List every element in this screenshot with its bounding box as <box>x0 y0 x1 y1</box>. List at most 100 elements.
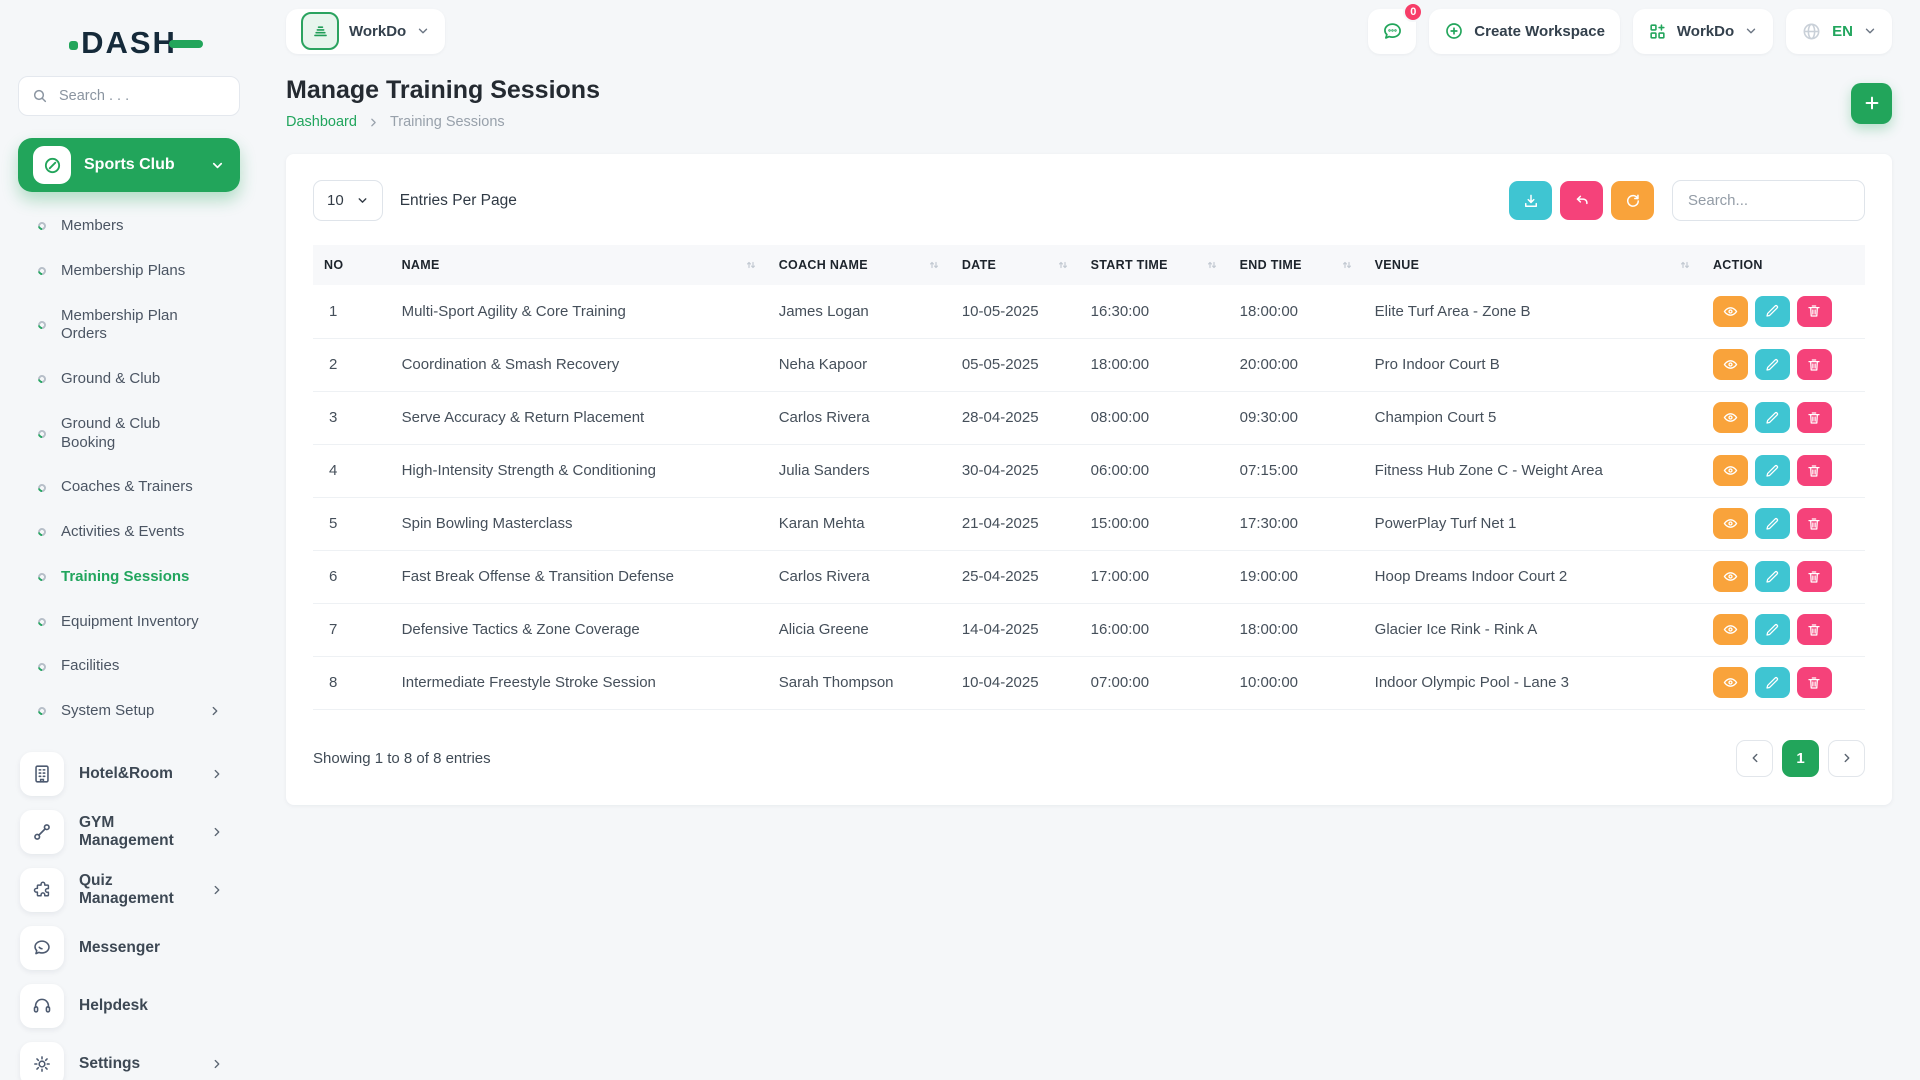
cell-venue: Champion Court 5 <box>1363 391 1702 445</box>
language-dropdown[interactable]: EN <box>1786 8 1892 54</box>
sidebar-app-gym-management[interactable]: GYM Management <box>18 804 240 860</box>
table-search-input[interactable] <box>1672 180 1865 221</box>
chat-button[interactable]: 0 <box>1368 1 1424 54</box>
delete-button[interactable] <box>1796 508 1832 539</box>
sidebar-item-membership-plans[interactable]: Membership Plans <box>32 249 240 294</box>
puzzle-icon <box>20 867 64 912</box>
column-header-coach-name[interactable]: COACH NAME <box>767 245 951 285</box>
sidebar-search-input[interactable] <box>57 87 226 105</box>
page-title: Manage Training Sessions <box>286 76 600 104</box>
column-header-date[interactable]: DATE <box>950 245 1080 285</box>
delete-button[interactable] <box>1796 349 1832 380</box>
sidebar-app-messenger[interactable]: Messenger <box>18 920 240 976</box>
sidebar-app-label: GYM Management <box>79 813 174 849</box>
trash-icon <box>1806 516 1822 532</box>
pencil-icon <box>1764 622 1780 638</box>
view-button[interactable] <box>1712 349 1748 380</box>
logo-accent-bar <box>168 40 203 48</box>
sidebar-item-ground-club-booking[interactable]: Ground & Club Booking <box>32 402 240 466</box>
view-button[interactable] <box>1712 295 1748 327</box>
column-header-venue[interactable]: VENUE <box>1363 245 1702 285</box>
logo-text: DASH <box>81 25 177 60</box>
trash-icon <box>1806 303 1822 319</box>
breadcrumb-dashboard-link[interactable]: Dashboard <box>286 114 357 130</box>
edit-button[interactable] <box>1754 614 1790 645</box>
edit-button[interactable] <box>1754 295 1790 327</box>
pagination-prev-button[interactable] <box>1736 739 1773 777</box>
sidebar-item-activities-events[interactable]: Activities & Events <box>32 510 240 555</box>
table-row: 3 Serve Accuracy & Return Placement Carlos… <box>313 391 1865 445</box>
entries-per-page-select[interactable]: 10 <box>313 180 383 221</box>
sidebar-item-members[interactable]: Members <box>32 204 240 249</box>
cell-actions <box>1701 444 1865 498</box>
pencil-icon <box>1764 357 1780 373</box>
pagination-next-button[interactable] <box>1828 739 1865 777</box>
view-button[interactable] <box>1712 667 1748 698</box>
delete-button[interactable] <box>1796 667 1832 698</box>
sidebar-item-equipment-inventory[interactable]: Equipment Inventory <box>32 600 240 645</box>
sidebar-item-coaches-trainers[interactable]: Coaches & Trainers <box>32 465 240 510</box>
dumbbell-icon <box>20 809 64 854</box>
cell-date: 10-04-2025 <box>950 656 1080 710</box>
delete-button[interactable] <box>1796 455 1832 486</box>
view-button[interactable] <box>1712 455 1748 486</box>
edit-button[interactable] <box>1754 349 1790 380</box>
create-workspace-button[interactable]: Create Workspace <box>1429 8 1620 54</box>
sort-icon[interactable] <box>1679 259 1691 271</box>
add-session-button[interactable] <box>1851 82 1892 124</box>
cell-venue: Fitness Hub Zone C - Weight Area <box>1363 444 1702 498</box>
sidebar-item-membership-plan-orders[interactable]: Membership Plan Orders <box>32 294 240 358</box>
cell-date: 30-04-2025 <box>950 444 1080 498</box>
sort-icon[interactable] <box>928 259 940 271</box>
workdo-dropdown[interactable]: WorkDo <box>1632 8 1774 54</box>
pencil-icon <box>1764 410 1780 426</box>
edit-button[interactable] <box>1754 667 1790 698</box>
column-header-start-time[interactable]: START TIME <box>1079 245 1229 285</box>
row-action-buttons <box>1712 667 1854 698</box>
column-header-name[interactable]: NAME <box>390 245 768 285</box>
sidebar-item-ground-club[interactable]: Ground & Club <box>32 357 240 402</box>
edit-button[interactable] <box>1754 508 1790 539</box>
table-row: 7 Defensive Tactics & Zone Coverage Alicia… <box>313 603 1865 657</box>
gear-icon <box>20 1041 64 1080</box>
sidebar-app-quiz-management[interactable]: Quiz Management <box>18 862 240 918</box>
bullet-icon <box>36 571 48 583</box>
export-button[interactable] <box>1509 181 1552 220</box>
edit-button[interactable] <box>1754 402 1790 433</box>
chevron-right-icon <box>210 825 224 839</box>
cell-no: 2 <box>313 338 391 392</box>
sidebar-app-helpdesk[interactable]: Helpdesk <box>18 978 240 1034</box>
refresh-button[interactable] <box>1611 181 1654 220</box>
reset-button[interactable] <box>1560 181 1603 220</box>
sort-icon[interactable] <box>1057 259 1069 271</box>
view-button[interactable] <box>1712 614 1748 645</box>
sidebar-active-app-sports-club[interactable]: Sports Club <box>18 138 240 192</box>
sort-icon[interactable] <box>1206 259 1218 271</box>
delete-button[interactable] <box>1796 295 1832 327</box>
sidebar-item-facilities[interactable]: Facilities <box>32 644 240 689</box>
sort-icon[interactable] <box>1341 259 1353 271</box>
edit-button[interactable] <box>1754 561 1790 592</box>
pagination-page-1-button[interactable]: 1 <box>1782 739 1819 777</box>
delete-button[interactable] <box>1796 561 1832 592</box>
edit-button[interactable] <box>1754 455 1790 486</box>
column-header-no: NO <box>313 245 391 285</box>
view-button[interactable] <box>1712 561 1748 592</box>
sidebar-item-system-setup[interactable]: System Setup <box>32 689 240 734</box>
sidebar-search <box>18 76 240 116</box>
dash-logo[interactable]: DASH <box>69 25 203 61</box>
chevron-left-icon <box>1748 751 1762 765</box>
sidebar-app-hotel-room[interactable]: Hotel&Room <box>18 746 240 802</box>
view-button[interactable] <box>1712 508 1748 539</box>
cell-name: Multi-Sport Agility & Core Training <box>390 285 768 339</box>
sort-icon[interactable] <box>745 259 757 271</box>
delete-button[interactable] <box>1796 614 1832 645</box>
column-header-end-time[interactable]: END TIME <box>1228 245 1364 285</box>
sidebar-app-settings[interactable]: Settings <box>18 1036 240 1080</box>
workspace-switcher[interactable]: WorkDo <box>286 8 446 54</box>
delete-button[interactable] <box>1796 402 1832 433</box>
sidebar-item-training-sessions[interactable]: Training Sessions <box>32 555 240 600</box>
view-button[interactable] <box>1712 402 1748 433</box>
cell-actions <box>1701 338 1865 392</box>
chevron-right-icon <box>210 767 224 781</box>
